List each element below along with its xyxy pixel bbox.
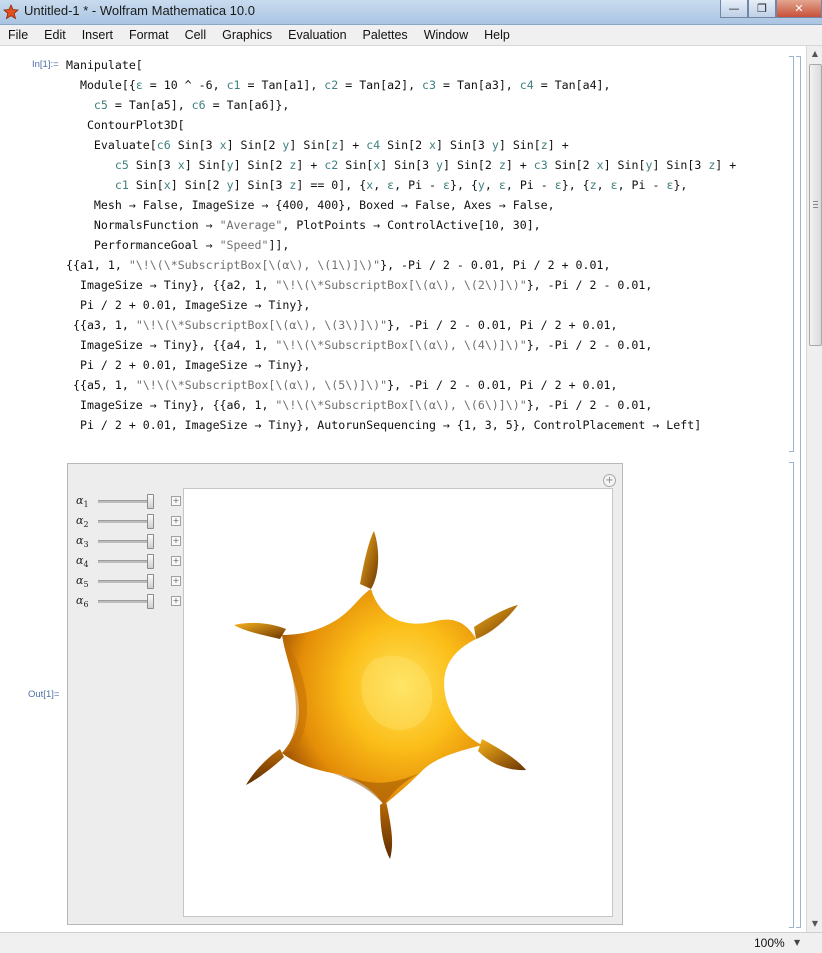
menu-evaluation[interactable]: Evaluation — [280, 25, 354, 45]
menu-graphics[interactable]: Graphics — [214, 25, 280, 45]
slider-label-alpha-5: α5 — [76, 574, 89, 590]
output-cell-bracket[interactable] — [789, 462, 794, 928]
slider-label-alpha-1: α1 — [76, 494, 89, 510]
slider-alpha-5[interactable]: α5 + — [76, 573, 182, 589]
notebook-area[interactable]: In[1]:= Manipulate[ Module[{ε = 10 ^ -6,… — [0, 46, 806, 932]
slider-alpha-6[interactable]: α6 + — [76, 593, 182, 609]
menu-insert[interactable]: Insert — [74, 25, 121, 45]
slider-alpha-4[interactable]: α4 + — [76, 553, 182, 569]
slider-thumb[interactable] — [147, 494, 154, 509]
slider-label-alpha-4: α4 — [76, 554, 89, 570]
slider-expand-icon[interactable]: + — [171, 496, 181, 506]
maximize-button[interactable]: ❐ — [748, 0, 776, 18]
slider-expand-icon[interactable]: + — [171, 516, 181, 526]
input-cell-code[interactable]: Manipulate[ Module[{ε = 10 ^ -6, c1 = Ta… — [66, 55, 736, 435]
slider-alpha-2[interactable]: α2 + — [76, 513, 182, 529]
slider-alpha-1[interactable]: α1 + — [76, 493, 182, 509]
menu-bar: File Edit Insert Format Cell Graphics Ev… — [0, 25, 822, 46]
slider-thumb[interactable] — [147, 514, 154, 529]
scrollbar-thumb[interactable] — [809, 64, 822, 346]
slider-expand-icon[interactable]: + — [171, 556, 181, 566]
slider-track[interactable] — [98, 580, 150, 583]
slider-track[interactable] — [98, 520, 150, 523]
surface-prong-top-right — [474, 605, 518, 639]
slider-label-alpha-2: α2 — [76, 514, 89, 530]
contour-plot-3d-surface[interactable] — [184, 489, 612, 916]
menu-window[interactable]: Window — [416, 25, 476, 45]
menu-format[interactable]: Format — [121, 25, 177, 45]
title-bar: Untitled-1 * - Wolfram Mathematica 10.0 … — [0, 0, 822, 25]
scroll-down-icon[interactable]: ▼ — [807, 916, 822, 932]
slider-label-alpha-6: α6 — [76, 594, 89, 610]
group-cell-bracket[interactable] — [796, 56, 801, 928]
zoom-dropdown-icon[interactable]: ▼ — [794, 938, 800, 947]
input-cell-bracket[interactable] — [789, 56, 794, 452]
slider-thumb[interactable] — [147, 594, 154, 609]
zoom-level[interactable]: 100% — [754, 936, 785, 950]
mathematica-logo-icon — [3, 4, 19, 20]
window-title: Untitled-1 * - Wolfram Mathematica 10.0 — [24, 3, 255, 18]
surface-prong-bottom-left — [246, 749, 284, 785]
menu-cell[interactable]: Cell — [177, 25, 215, 45]
slider-alpha-3[interactable]: α3 + — [76, 533, 182, 549]
manipulate-options-icon[interactable]: + — [603, 474, 616, 487]
minimize-button[interactable]: — — [720, 0, 748, 18]
slider-thumb[interactable] — [147, 534, 154, 549]
status-bar: 100% ▼ — [0, 932, 822, 953]
surface-prong-top — [360, 531, 379, 589]
slider-track[interactable] — [98, 560, 150, 563]
slider-track[interactable] — [98, 500, 150, 503]
surface-prong-right — [478, 739, 526, 771]
menu-edit[interactable]: Edit — [36, 25, 74, 45]
menu-file[interactable]: File — [0, 25, 36, 45]
slider-label-alpha-3: α3 — [76, 534, 89, 550]
slider-expand-icon[interactable]: + — [171, 536, 181, 546]
slider-expand-icon[interactable]: + — [171, 576, 181, 586]
menu-palettes[interactable]: Palettes — [355, 25, 416, 45]
output-cell-label: Out[1]= — [28, 689, 60, 700]
surface-prong-bottom — [380, 801, 393, 859]
scroll-up-icon[interactable]: ▲ — [807, 46, 822, 62]
slider-expand-icon[interactable]: + — [171, 596, 181, 606]
slider-track[interactable] — [98, 540, 150, 543]
slider-track[interactable] — [98, 600, 150, 603]
menu-help[interactable]: Help — [476, 25, 518, 45]
close-button[interactable]: ✕ — [776, 0, 822, 18]
vertical-scrollbar[interactable]: ▲ ▼ — [806, 46, 822, 932]
slider-thumb[interactable] — [147, 574, 154, 589]
plot-output[interactable] — [183, 488, 613, 917]
input-cell-label: In[1]:= — [32, 59, 59, 70]
window-controls: — ❐ ✕ — [720, 0, 822, 18]
surface-prong-left — [234, 622, 286, 639]
slider-thumb[interactable] — [147, 554, 154, 569]
